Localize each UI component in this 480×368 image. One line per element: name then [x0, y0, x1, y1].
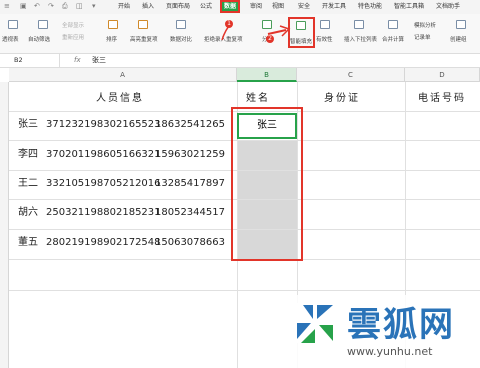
column-header-c[interactable]: C	[297, 68, 405, 82]
column-header-b[interactable]: B	[237, 68, 297, 82]
consolidate-button[interactable]: 合并计算	[382, 35, 404, 43]
save-icon[interactable]: ▣	[20, 2, 27, 10]
watermark-url: www.yunhu.net	[347, 345, 433, 358]
cell-name: 王二	[18, 178, 38, 189]
cell-name: 张三	[18, 119, 38, 130]
header-id-card[interactable]: 身份证	[324, 89, 360, 104]
pivot-table-icon	[8, 20, 18, 29]
annotation-arrows	[221, 21, 291, 41]
name-box[interactable]: B2	[0, 54, 60, 67]
header-phone[interactable]: 电话号码	[418, 89, 466, 104]
tab-smart-toolbox[interactable]: 智能工具箱	[394, 2, 424, 12]
tab-doc-assistant[interactable]: 文档助手	[436, 2, 460, 12]
cell-phone: 15963021259	[155, 149, 225, 160]
tab-insert[interactable]: 插入	[142, 2, 154, 12]
cell-id: 332105198705212016	[46, 178, 161, 189]
more-icon[interactable]: ▾	[92, 2, 96, 10]
cell-id: 280219198902172548	[46, 237, 161, 248]
sort-button[interactable]: 排序	[106, 35, 117, 43]
tab-home[interactable]: 开始	[118, 2, 130, 12]
pivot-table-button[interactable]: 透视表	[2, 35, 19, 43]
formula-bar: B2 fx 张三	[0, 54, 480, 68]
redo-icon[interactable]: ↷	[48, 2, 54, 10]
cell-name: 董五	[18, 237, 38, 248]
reapply-button[interactable]: 重新应用	[62, 33, 84, 41]
cell-phone: 13285417897	[155, 178, 225, 189]
cell-id: 370201198605166321	[46, 149, 161, 160]
watermark-logo-icon	[295, 303, 335, 343]
validity-button[interactable]: 有效性	[316, 35, 333, 43]
menu-icon[interactable]: ≡	[4, 2, 10, 10]
group-icon	[456, 20, 466, 29]
what-if-button[interactable]: 模拟分析	[414, 21, 436, 29]
highlight-duplicates-button[interactable]: 高亮重复项	[130, 35, 158, 43]
consolidate-icon	[388, 20, 398, 29]
preview-icon[interactable]: ◫	[76, 2, 83, 10]
tab-features[interactable]: 特色功能	[358, 2, 382, 12]
fx-icon[interactable]: fx	[74, 54, 81, 67]
column-header-a[interactable]: A	[9, 68, 237, 82]
header-person-info[interactable]: 人员信息	[96, 89, 144, 104]
watermark: 雲狐网 www.yunhu.net	[283, 295, 480, 368]
validity-icon	[320, 20, 330, 29]
show-all-button[interactable]: 全部显示	[62, 21, 84, 29]
cell-phone: 18052344517	[155, 207, 225, 218]
header-name[interactable]: 姓名	[246, 89, 270, 104]
auto-filter-button[interactable]: 自动筛选	[28, 35, 50, 43]
step-badge-2: 2	[266, 35, 274, 43]
record-form-button[interactable]: 记录单	[414, 33, 431, 41]
create-group-button[interactable]: 创建组	[450, 35, 467, 43]
compare-icon	[176, 20, 186, 29]
cell-id: 371232198302165523	[46, 119, 161, 130]
selection-highlight-box	[231, 107, 303, 261]
print-icon[interactable]: ⎙	[62, 2, 68, 11]
data-compare-button[interactable]: 数据对比	[170, 35, 192, 43]
undo-icon[interactable]: ↶	[34, 2, 40, 10]
cell-phone: 18632541265	[155, 119, 225, 130]
row-gutter	[0, 82, 9, 368]
cell-phone: 15063078663	[155, 237, 225, 248]
tab-developer[interactable]: 开发工具	[322, 2, 346, 12]
cell-name: 李四	[18, 149, 38, 160]
insert-dropdown-button[interactable]: 插入下拉列表	[344, 35, 377, 43]
step-badge-1: 1	[225, 20, 233, 28]
filter-icon	[38, 20, 48, 29]
highlight-duplicates-icon	[138, 20, 148, 29]
column-header-d[interactable]: D	[405, 68, 480, 82]
formula-input[interactable]: 张三	[92, 54, 106, 67]
dropdown-list-icon	[354, 20, 364, 29]
tab-page-layout[interactable]: 页面布局	[166, 2, 190, 12]
sort-icon	[108, 20, 118, 29]
cell-name: 胡六	[18, 207, 38, 218]
cell-id: 250321198802185231	[46, 207, 161, 218]
watermark-site-name: 雲狐网	[347, 305, 455, 345]
